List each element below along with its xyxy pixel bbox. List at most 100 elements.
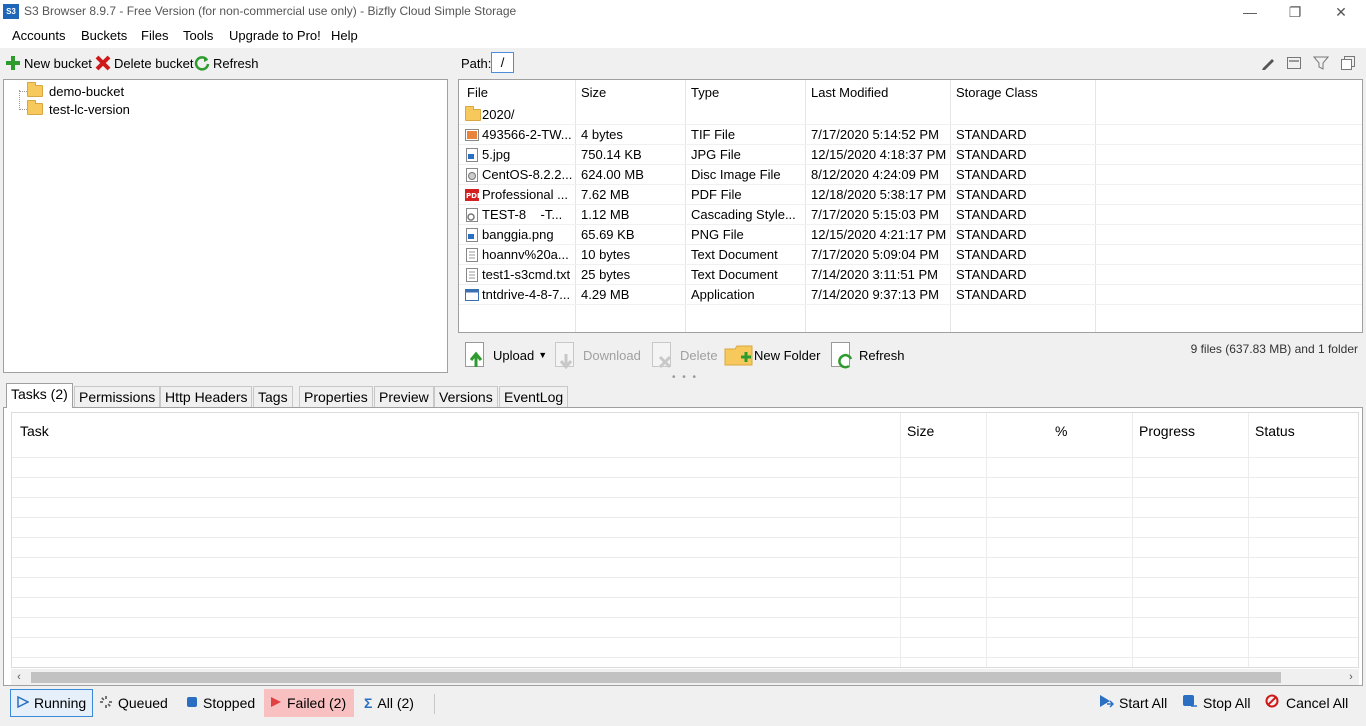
close-button[interactable]: ✕ (1326, 2, 1356, 22)
download-button[interactable]: Download (553, 340, 641, 370)
chevron-down-icon[interactable]: ▼ (538, 350, 547, 360)
css-file-icon (465, 208, 479, 222)
path-bar: Path: / (459, 50, 1364, 78)
file-row[interactable]: test1-s3cmd.txt 25 bytes Text Document 7… (459, 265, 1362, 285)
file-row[interactable]: banggia.png 65.69 KB PNG File 12/15/2020… (459, 225, 1362, 245)
path-input[interactable]: / (491, 52, 514, 73)
refresh-files-button[interactable]: Refresh (829, 340, 905, 370)
file-row[interactable]: 5.jpg 750.14 KB JPG File 12/15/2020 4:18… (459, 145, 1362, 165)
minimize-button[interactable]: — (1235, 2, 1265, 22)
refresh-buckets-label: Refresh (213, 55, 259, 71)
bucket-tree: demo-bucket test-lc-version (3, 79, 448, 373)
file-row[interactable]: 493566-2-TW... 4 bytes TIF File 7/17/202… (459, 125, 1362, 145)
title-bar: S3 S3 Browser 8.9.7 - Free Version (for … (0, 0, 1366, 24)
delete-bucket-button[interactable]: Delete bucket (95, 55, 194, 71)
cancel-all-label: Cancel All (1286, 695, 1349, 711)
bucket-name: demo-bucket (49, 83, 125, 99)
column-divider (1133, 413, 1249, 667)
scroll-left-icon[interactable]: ‹ (11, 669, 27, 685)
filter-running-button[interactable]: Running (10, 689, 94, 717)
tab-tasks[interactable]: Tasks (2) (6, 383, 73, 408)
tab-tags[interactable]: Tags (253, 386, 293, 407)
file-name: 5.jpg (482, 147, 511, 162)
column-header-percent[interactable]: % (1055, 423, 1067, 439)
file-type: JPG File (691, 147, 741, 162)
bucket-item-test-lc-version[interactable]: test-lc-version (27, 100, 130, 118)
file-modified: 7/14/2020 3:11:51 PM (811, 267, 938, 282)
failed-label: Failed (2) (287, 695, 347, 711)
file-name: hoannv%20a... (482, 247, 569, 262)
column-header-size[interactable]: Size (581, 85, 606, 100)
row-divider (12, 597, 1358, 598)
file-modified: 12/15/2020 4:18:37 PM (811, 147, 947, 162)
column-header-type[interactable]: Type (691, 85, 719, 100)
file-size: 1.12 MB (581, 207, 630, 222)
filter-stopped-button[interactable]: Stopped (180, 689, 261, 717)
tab-eventlog[interactable]: EventLog (499, 386, 569, 407)
task-filter-bar: Running Queued Stopped Failed (2) Σ All … (0, 686, 1366, 726)
column-header-progress[interactable]: Progress (1139, 423, 1195, 439)
new-bucket-button[interactable]: New bucket (5, 55, 92, 71)
scrollbar-thumb[interactable] (31, 672, 1281, 683)
file-row[interactable]: CentOS-8.2.2... 624.00 MB Disc Image Fil… (459, 165, 1362, 185)
row-divider (12, 457, 1358, 458)
file-row[interactable]: 2020/ (459, 105, 1362, 125)
tab-http-headers[interactable]: Http Headers (160, 386, 253, 407)
column-header-file[interactable]: File (467, 85, 488, 100)
cancel-all-button[interactable]: Cancel All (1259, 689, 1354, 717)
file-row[interactable]: hoannv%20a... 10 bytes Text Document 7/1… (459, 245, 1362, 265)
column-header-storage[interactable]: Storage Class (956, 85, 1038, 100)
splitter-grip[interactable]: • • • (672, 372, 698, 383)
refresh-buckets-button[interactable]: Refresh (194, 55, 259, 71)
maximize-button[interactable]: ❐ (1280, 2, 1310, 22)
stopped-label: Stopped (203, 695, 256, 711)
file-modified: 7/17/2020 5:14:52 PM (811, 127, 939, 142)
row-divider (12, 577, 1358, 578)
copy-icon[interactable] (1340, 55, 1356, 71)
download-icon (553, 341, 579, 370)
horizontal-scrollbar[interactable]: ‹ › (11, 669, 1359, 685)
filter-failed-button[interactable]: Failed (2) (264, 689, 354, 717)
column-header-size[interactable]: Size (907, 423, 934, 439)
tab-properties[interactable]: Properties (299, 386, 373, 407)
stop-all-button[interactable]: Stop All (1176, 689, 1256, 717)
file-modified: 7/17/2020 5:15:03 PM (811, 207, 939, 222)
file-row[interactable]: TEST-8 -T... 1.12 MB Cascading Style... … (459, 205, 1362, 225)
menu-tools[interactable]: Tools (183, 28, 213, 43)
file-modified: 7/14/2020 9:37:13 PM (811, 287, 939, 302)
column-header-status[interactable]: Status (1255, 423, 1295, 439)
file-storage-class: STANDARD (956, 147, 1027, 162)
new-folder-button[interactable]: New Folder (724, 340, 820, 370)
column-header-modified[interactable]: Last Modified (811, 85, 888, 100)
menu-buckets[interactable]: Buckets (81, 28, 127, 43)
filter-queued-button[interactable]: Queued (93, 689, 174, 717)
file-summary: 9 files (637.83 MB) and 1 folder (1190, 342, 1358, 356)
filter-icon[interactable] (1312, 55, 1330, 71)
column-header-task[interactable]: Task (20, 423, 49, 439)
menu-upgrade[interactable]: Upgrade to Pro! (229, 28, 321, 43)
upload-button[interactable]: Upload ▼ (463, 340, 547, 370)
bucket-item-demo-bucket[interactable]: demo-bucket (27, 82, 124, 100)
menu-files[interactable]: Files (141, 28, 168, 43)
file-list-header: File Size Type Last Modified Storage Cla… (459, 80, 1362, 104)
tab-versions[interactable]: Versions (434, 386, 498, 407)
menu-help[interactable]: Help (331, 28, 358, 43)
file-name: Professional ... (482, 187, 568, 202)
queued-label: Queued (118, 695, 168, 711)
spinner-icon (99, 695, 113, 712)
jpg-file-icon (465, 148, 479, 162)
column-divider (987, 413, 1133, 667)
scroll-right-icon[interactable]: › (1343, 669, 1359, 685)
file-size: 7.62 MB (581, 187, 630, 202)
tab-preview[interactable]: Preview (374, 386, 434, 407)
start-all-button[interactable]: Start All (1092, 689, 1173, 717)
menu-accounts[interactable]: Accounts (12, 28, 65, 43)
file-row[interactable]: PDF Professional ... 7.62 MB PDF File 12… (459, 185, 1362, 205)
tab-permissions[interactable]: Permissions (74, 386, 161, 407)
delete-file-button[interactable]: Delete (650, 340, 718, 370)
view-icon[interactable] (1286, 55, 1302, 71)
filter-all-button[interactable]: Σ All (2) (358, 689, 420, 717)
edit-icon[interactable] (1260, 55, 1276, 71)
file-row[interactable]: tntdrive-4-8-7... 4.29 MB Application 7/… (459, 285, 1362, 305)
file-name: tntdrive-4-8-7... (482, 287, 571, 302)
